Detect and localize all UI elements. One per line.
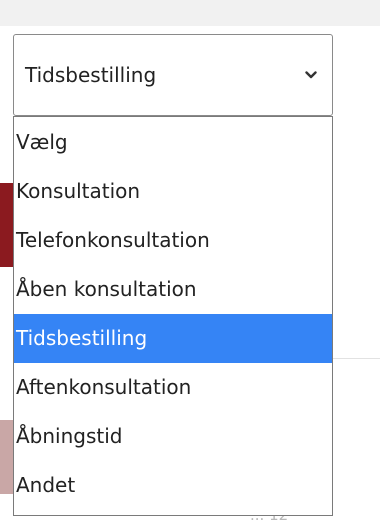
option-konsultation[interactable]: Konsultation [14, 167, 332, 216]
chevron-down-icon [305, 71, 317, 79]
option-aaben-konsultation[interactable]: Åben konsultation [14, 265, 332, 314]
option-tidsbestilling[interactable]: Tidsbestilling [14, 314, 332, 363]
option-aftenkonsultation[interactable]: Aftenkonsultation [14, 363, 332, 412]
option-andet[interactable]: Andet [14, 461, 332, 510]
option-vaelg[interactable]: Vælg [14, 118, 332, 167]
consultation-type-select[interactable]: Tidsbestilling [13, 34, 333, 116]
top-band [0, 0, 380, 26]
background-accent-bar-muted [0, 420, 14, 494]
option-aabningstid[interactable]: Åbningstid [14, 412, 332, 461]
background-divider [333, 358, 380, 359]
background-accent-bar [0, 183, 14, 267]
select-current-value: Tidsbestilling [25, 63, 157, 87]
select-options-list: Vælg Konsultation Telefonkonsultation Åb… [13, 116, 333, 516]
option-telefonkonsultation[interactable]: Telefonkonsultation [14, 216, 332, 265]
